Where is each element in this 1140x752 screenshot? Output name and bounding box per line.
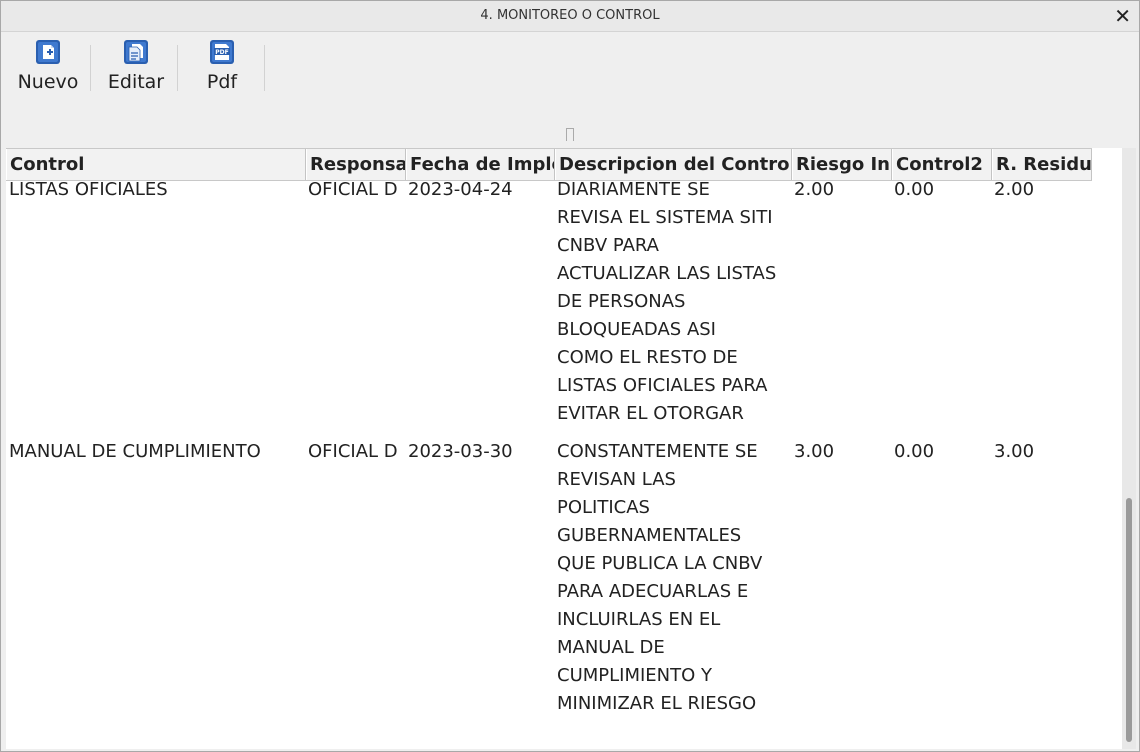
scrollbar-thumb[interactable] xyxy=(1126,498,1132,742)
description-line: MANUAL DE xyxy=(557,637,665,658)
description-line: DE PERSONAS xyxy=(557,291,686,312)
description-line: PARA ADECUARLAS E xyxy=(557,581,749,602)
vertical-scrollbar[interactable] xyxy=(1122,148,1136,749)
pdf-icon: PDF xyxy=(210,40,234,64)
description-line: CUMPLIMIENTO Y xyxy=(557,665,713,686)
description-line: POLITICAS xyxy=(557,497,650,518)
cell-responsable: OFICIAL D xyxy=(308,179,398,200)
svg-text:PDF: PDF xyxy=(215,49,228,56)
cell-riesgo: 2.00 xyxy=(794,179,835,200)
title-bar[interactable]: 4. MONITOREO O CONTROL ✕ xyxy=(1,1,1139,32)
table-row[interactable]: LISTAS OFICIALES OFICIAL D 2023-04-24 DI… xyxy=(6,176,1122,438)
description-line: REVISAN LAS xyxy=(557,469,676,490)
close-icon[interactable]: ✕ xyxy=(1114,4,1131,28)
cell-fecha: 2023-03-30 xyxy=(408,441,513,462)
toolbar-separator xyxy=(90,45,91,91)
window-title: 4. MONITOREO O CONTROL xyxy=(480,8,660,23)
toolbar-separator xyxy=(177,45,178,91)
description-line: CNBV PARA xyxy=(557,235,659,256)
description-line: ACTUALIZAR LAS LISTAS xyxy=(557,263,777,284)
new-button[interactable]: Nuevo xyxy=(11,35,85,97)
description-line: COMO EL RESTO DE xyxy=(557,347,738,368)
splitter-handle[interactable] xyxy=(566,128,574,141)
description-line: CONSTANTEMENTE SE xyxy=(557,441,758,462)
cell-descripcion: CONSTANTEMENTE SE REVISAN LAS POLITICAS … xyxy=(554,438,793,718)
description-line: EVITAR EL OTORGAR xyxy=(557,403,744,424)
description-line: LISTAS OFICIALES PARA xyxy=(557,375,768,396)
description-line: QUE PUBLICA LA CNBV xyxy=(557,553,763,574)
pdf-button[interactable]: PDF Pdf xyxy=(185,35,259,97)
cell-riesgo: 3.00 xyxy=(794,441,835,462)
table-row[interactable]: MANUAL DE CUMPLIMIENTO OFICIAL D 2023-03… xyxy=(6,438,1122,728)
cell-responsable: OFICIAL D xyxy=(308,441,398,462)
edit-document-icon xyxy=(124,40,148,64)
description-line: BLOQUEADAS ASI xyxy=(557,319,716,340)
cell-control2: 0.00 xyxy=(894,179,935,200)
pdf-button-label: Pdf xyxy=(206,71,238,93)
cell-control: LISTAS OFICIALES xyxy=(9,179,168,200)
cell-control2: 0.00 xyxy=(894,441,935,462)
cell-residual: 3.00 xyxy=(994,441,1035,462)
toolbar-separator xyxy=(264,45,265,91)
edit-button-label: Editar xyxy=(107,71,165,93)
cell-descripcion: DIARIAMENTE SE REVISA EL SISTEMA SITI CN… xyxy=(554,176,793,428)
cell-residual: 2.00 xyxy=(994,179,1035,200)
description-line: INCLUIRLAS EN EL xyxy=(557,609,721,630)
description-line: GUBERNAMENTALES xyxy=(557,525,742,546)
new-document-icon xyxy=(36,40,60,64)
description-line: REVISA EL SISTEMA SITI xyxy=(557,207,773,228)
data-table: Control Responsable Fecha de Implementac… xyxy=(6,148,1122,749)
new-button-label: Nuevo xyxy=(17,71,79,93)
cell-control: MANUAL DE CUMPLIMIENTO xyxy=(9,441,261,462)
description-line: DIARIAMENTE SE xyxy=(557,179,710,200)
description-line: MINIMIZAR EL RIESGO xyxy=(557,693,757,714)
cell-fecha: 2023-04-24 xyxy=(408,179,513,200)
app-window: 4. MONITOREO O CONTROL ✕ Nuevo Editar PD… xyxy=(0,0,1140,752)
edit-button[interactable]: Editar xyxy=(99,35,173,97)
